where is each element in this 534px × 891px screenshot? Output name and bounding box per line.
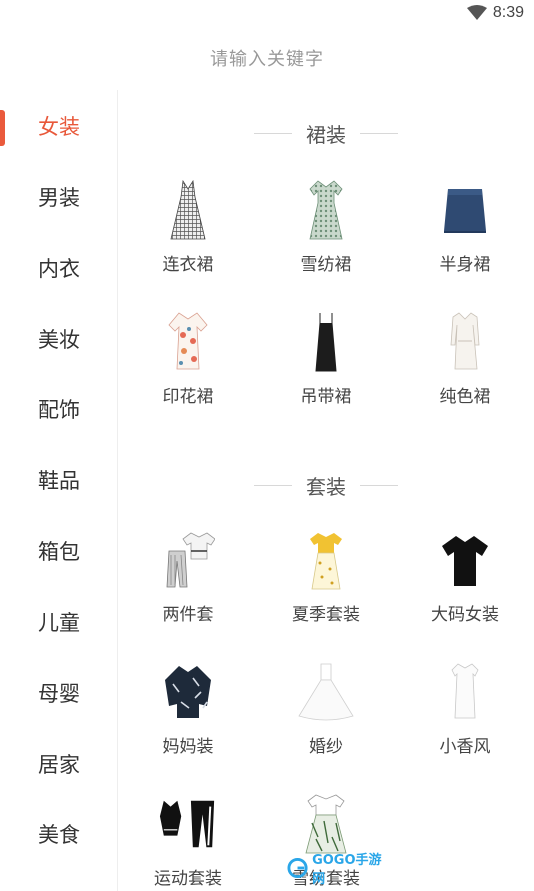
sidebar-item-mens[interactable]: 男装 <box>0 167 118 227</box>
divider-line <box>360 132 398 134</box>
sidebar-item-bags[interactable]: 箱包 <box>0 521 118 581</box>
sidebar-item-kids[interactable]: 儿童 <box>0 592 118 652</box>
category-item[interactable]: 妈妈装 <box>118 660 258 770</box>
sidebar-item-label: 美妆 <box>38 329 80 352</box>
section-title: 裙装 <box>306 124 346 147</box>
sidebar-item-label: 箱包 <box>38 541 80 564</box>
status-time: 8:39 <box>492 4 524 21</box>
sidebar-item-home[interactable]: 居家 <box>0 734 118 794</box>
category-item[interactable]: 雪纺裙 <box>256 178 396 288</box>
divider-line <box>254 132 292 134</box>
category-item-label: 印花裙 <box>162 387 214 406</box>
wifi-icon <box>466 5 487 20</box>
category-item-label: 妈妈装 <box>162 737 214 756</box>
sidebar-item-label: 内衣 <box>38 258 80 281</box>
status-icons: 8:39 <box>466 4 524 22</box>
gogo-logo-icon <box>287 857 308 879</box>
denim-skirt-icon <box>435 178 495 242</box>
category-item-label: 小香风 <box>439 737 491 756</box>
solid-dress-icon <box>435 310 495 374</box>
sidebar-item-womens[interactable]: 女装 <box>0 96 118 156</box>
category-item-label: 两件套 <box>162 605 214 624</box>
sidebar-item-label: 配饰 <box>38 399 80 422</box>
category-item[interactable]: 夏季套装 <box>256 528 396 638</box>
category-sidebar: 女装 男装 内衣 美妆 配饰 鞋品 箱包 儿童 母婴 居家 美食 <box>0 90 118 891</box>
sidebar-item-beauty[interactable]: 美妆 <box>0 309 118 369</box>
sidebar-item-label: 美食 <box>38 824 80 847</box>
chiffon-dress-icon <box>296 178 356 242</box>
search-placeholder[interactable]: 请输入关键字 <box>210 45 324 71</box>
section-header-dresses: 裙装 <box>118 118 534 148</box>
category-item[interactable]: 小香风 <box>395 660 534 770</box>
category-item[interactable]: 半身裙 <box>395 178 534 288</box>
watermark-logo: GOGO手游网 <box>287 853 391 887</box>
status-bar: 8:39 <box>0 0 534 30</box>
category-item[interactable]: 印花裙 <box>118 310 258 420</box>
category-item[interactable]: 大码女装 <box>395 528 534 638</box>
category-item[interactable]: 运动套装 <box>118 792 258 891</box>
category-item-label: 大码女装 <box>431 605 499 624</box>
sports-set-icon <box>158 792 218 856</box>
two-piece-icon <box>158 528 218 592</box>
sidebar-item-label: 男装 <box>38 187 80 210</box>
sidebar-item-label: 母婴 <box>38 683 80 706</box>
category-item-label: 运动套装 <box>154 869 222 888</box>
sidebar-item-shoes[interactable]: 鞋品 <box>0 450 118 510</box>
chanel-style-dress-icon <box>435 660 495 724</box>
search-bar[interactable]: 请输入关键字 <box>0 40 534 76</box>
sidebar-item-label: 女装 <box>38 116 80 139</box>
category-content: 裙装 连衣裙 雪纺裙 半身裙 印花裙 吊带裙 纯色裙 套装 两件套 夏季套装 大… <box>118 90 534 891</box>
watermark-text: GOGO手游网 <box>312 853 382 887</box>
category-item-label: 吊带裙 <box>300 387 352 406</box>
divider-line <box>360 484 398 486</box>
plus-size-tee-icon <box>435 528 495 592</box>
section-header-sets: 套装 <box>118 470 534 500</box>
section-title: 套装 <box>306 476 346 499</box>
category-item-label: 纯色裙 <box>439 387 491 406</box>
print-dress-icon <box>158 310 218 374</box>
summer-set-icon <box>296 528 356 592</box>
sidebar-item-label: 居家 <box>38 754 80 777</box>
sidebar-item-label: 儿童 <box>38 612 80 635</box>
sidebar-item-label: 鞋品 <box>38 470 80 493</box>
divider-line <box>254 484 292 486</box>
category-item[interactable]: 婚纱 <box>256 660 396 770</box>
sidebar-item-underwear[interactable]: 内衣 <box>0 238 118 298</box>
mom-blouse-icon <box>158 660 218 724</box>
plaid-dress-icon <box>158 178 218 242</box>
chiffon-set-icon <box>296 792 356 856</box>
sidebar-item-baby[interactable]: 母婴 <box>0 663 118 723</box>
slip-dress-icon <box>296 310 356 374</box>
category-item[interactable]: 连衣裙 <box>118 178 258 288</box>
category-item-label: 雪纺裙 <box>300 255 352 274</box>
category-item-label: 婚纱 <box>309 737 343 756</box>
sidebar-item-accessories[interactable]: 配饰 <box>0 379 118 439</box>
wedding-dress-icon <box>296 660 356 724</box>
category-item[interactable]: 纯色裙 <box>395 310 534 420</box>
sidebar-item-food[interactable]: 美食 <box>0 804 118 864</box>
category-item-label: 连衣裙 <box>162 255 214 274</box>
category-item-label: 夏季套装 <box>292 605 360 624</box>
category-item[interactable]: 两件套 <box>118 528 258 638</box>
category-item[interactable]: 吊带裙 <box>256 310 396 420</box>
category-item-label: 半身裙 <box>439 255 491 274</box>
